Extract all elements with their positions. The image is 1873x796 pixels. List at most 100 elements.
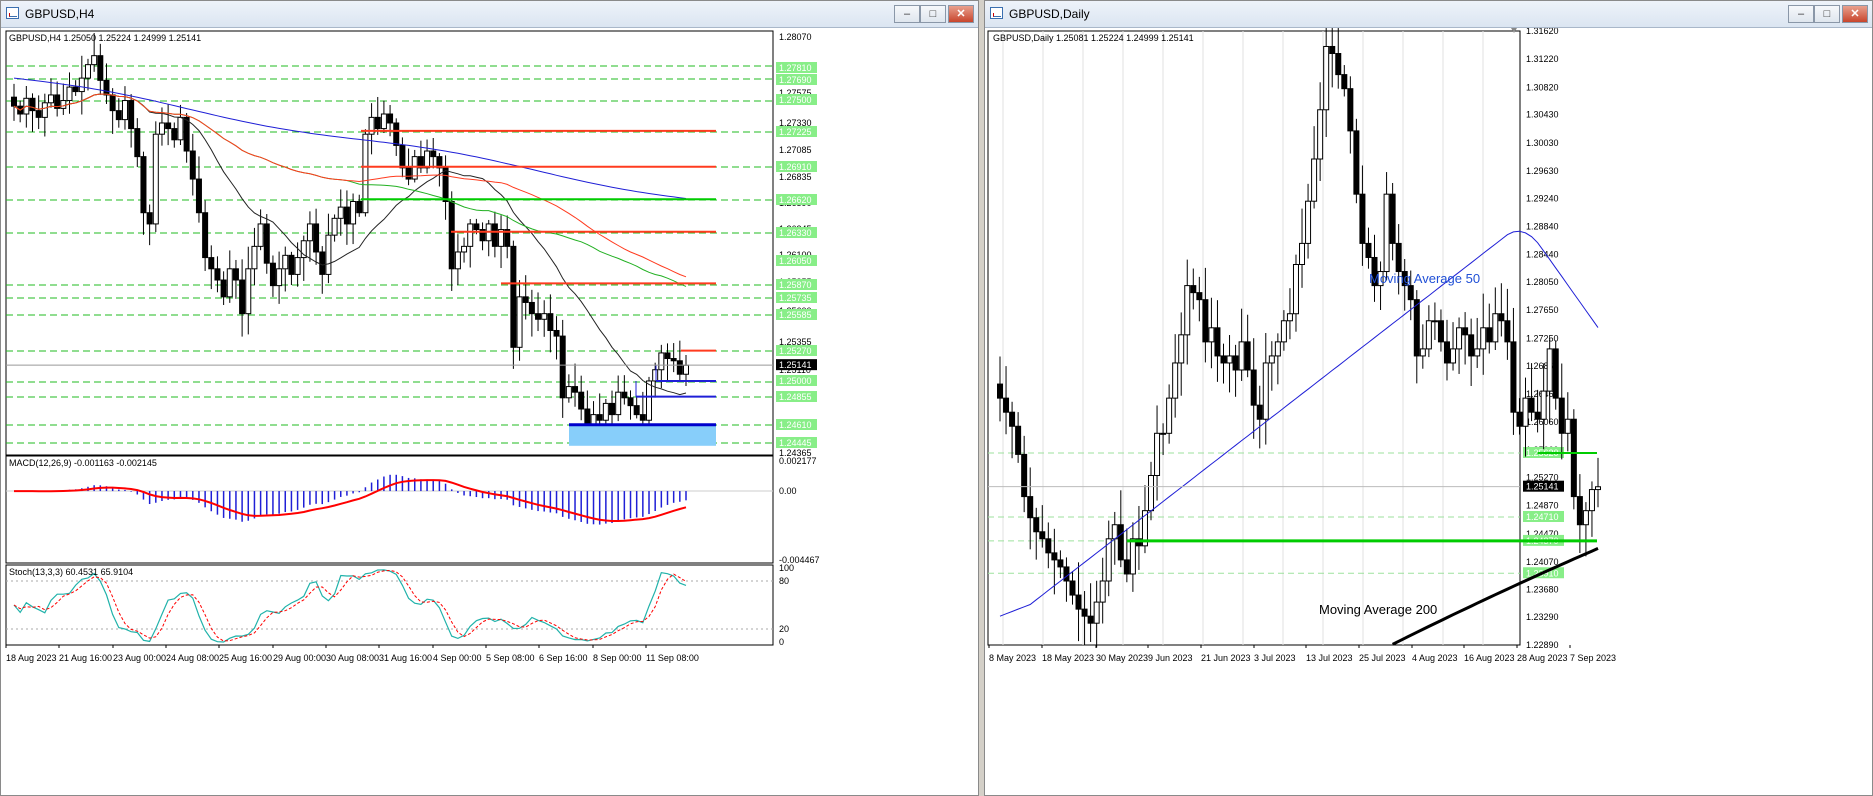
candle-body (1160, 432, 1167, 435)
candle-body (226, 268, 233, 298)
time-axis-label: 8 May 2023 (989, 653, 1036, 663)
h4-chart-canvas[interactable]: 1.280701.275751.273301.270851.268351.265… (1, 28, 978, 795)
candle-body (1238, 341, 1245, 371)
candle-body (516, 296, 523, 348)
candle-body (1588, 489, 1595, 512)
candle-body (1099, 580, 1106, 603)
candle-body (1419, 348, 1426, 357)
chart-info-label: GBPUSD,Daily 1.25081 1.25224 1.24999 1.2… (993, 33, 1194, 43)
gbpusd-daily-window: GBPUSD,Daily – □ ✕ 1.31620 1.31220 1.30820… (984, 0, 1873, 796)
candle-body (1359, 193, 1366, 244)
candle-body (1383, 193, 1390, 273)
level-label: 1.27225 (779, 127, 812, 137)
candle-body (1166, 397, 1173, 434)
candle-body (1534, 411, 1541, 420)
candle-body (541, 313, 548, 320)
candle-body (66, 86, 73, 102)
candle-body (60, 100, 67, 109)
stoch-axis-label: 0 (779, 637, 784, 647)
level-label: 1.24445 (779, 438, 812, 448)
level-label: 1.26330 (779, 228, 812, 238)
demand-zone (569, 424, 716, 446)
candle-body (646, 380, 653, 421)
stoch-axis-label: 20 (779, 624, 789, 634)
candle-body (269, 262, 276, 287)
time-axis-label: 8 Sep 00:00 (593, 653, 642, 663)
chart-info-label: GBPUSD,H4 1.25050 1.25224 1.24999 1.2514… (9, 33, 201, 43)
candle-body (1093, 601, 1100, 624)
candle-body (1329, 45, 1336, 55)
candle-body (1437, 320, 1444, 343)
candle-body (1256, 404, 1263, 420)
candle-body (1462, 327, 1469, 336)
candle-body (1069, 580, 1076, 596)
level-label: 1.25000 (779, 376, 812, 386)
candle-body (454, 251, 461, 270)
price-axis-label: 1.28050 (1526, 277, 1559, 287)
candle-body (602, 402, 609, 421)
candle-body (362, 133, 369, 214)
candle-body (1111, 524, 1118, 540)
candle-body (171, 128, 178, 141)
left-title-bar[interactable]: GBPUSD,H4 – □ ✕ (1, 1, 978, 28)
candle-body (461, 245, 468, 253)
candle-body (627, 397, 634, 407)
candle-body (1480, 327, 1487, 350)
candle-body (424, 150, 431, 169)
time-axis-label: 29 Aug 00:00 (273, 653, 326, 663)
candle-body (609, 402, 616, 416)
candle-body (1558, 397, 1565, 434)
right-title-bar[interactable]: GBPUSD,Daily – □ ✕ (985, 1, 1872, 28)
level-label: 1.24855 (779, 392, 812, 402)
candle-body (1196, 292, 1203, 301)
candle-body (1148, 474, 1155, 512)
candle-body (1220, 355, 1227, 364)
candle-body (1576, 496, 1583, 526)
candle-body (103, 79, 110, 96)
candle-body (356, 200, 363, 214)
stoch-axis-label: 100 (779, 563, 794, 573)
candle-body (146, 212, 153, 225)
candle-body (232, 268, 239, 281)
candle-body (1075, 594, 1082, 610)
stoch-plot-area (5, 564, 774, 646)
maximize-button[interactable]: □ (1814, 5, 1840, 23)
time-axis-label: 4 Aug 2023 (1412, 653, 1458, 663)
time-axis-label: 18 Aug 2023 (6, 653, 57, 663)
candle-body (121, 100, 128, 121)
price-axis-label: 1.30820 (1526, 82, 1559, 92)
close-button[interactable]: ✕ (1842, 5, 1868, 23)
candle-body (1117, 524, 1124, 561)
maximize-button[interactable]: □ (920, 5, 946, 23)
candle-body (84, 64, 91, 79)
candle-body (615, 391, 622, 416)
minimize-button[interactable]: – (894, 5, 920, 23)
candle-body (47, 94, 54, 104)
candle-body (553, 329, 560, 337)
candle-body (1208, 327, 1215, 343)
candle-body (1039, 531, 1046, 540)
level-label: 1.25870 (779, 280, 812, 290)
candle-body (72, 86, 79, 93)
candle-body (1341, 74, 1348, 90)
time-axis-label: 21 Jun 2023 (1201, 653, 1251, 663)
candle-body (652, 369, 659, 382)
candle-body (1154, 432, 1161, 476)
candle-body (405, 167, 412, 180)
minimize-button[interactable]: – (1788, 5, 1814, 23)
time-axis-label: 7 Sep 2023 (1570, 653, 1616, 663)
candle-body (1395, 242, 1402, 273)
time-axis-label: 13 Jul 2023 (1306, 653, 1353, 663)
candle-body (1443, 341, 1450, 364)
candle-body (1202, 299, 1209, 343)
close-button[interactable]: ✕ (948, 5, 974, 23)
candle-body (1292, 264, 1299, 315)
daily-chart-canvas[interactable]: 1.31620 1.31220 1.30820 1.30430 1.30030 1.296… (985, 28, 1872, 795)
candle-body (115, 110, 122, 121)
price-axis-label: 1.27250 (1526, 333, 1559, 343)
ma50-annotation: Moving Average 50 (1369, 271, 1480, 286)
candle-body (313, 223, 320, 253)
price-axis-label: 1.31220 (1526, 54, 1559, 64)
candle-body (165, 122, 172, 130)
candle-body (1492, 313, 1499, 343)
